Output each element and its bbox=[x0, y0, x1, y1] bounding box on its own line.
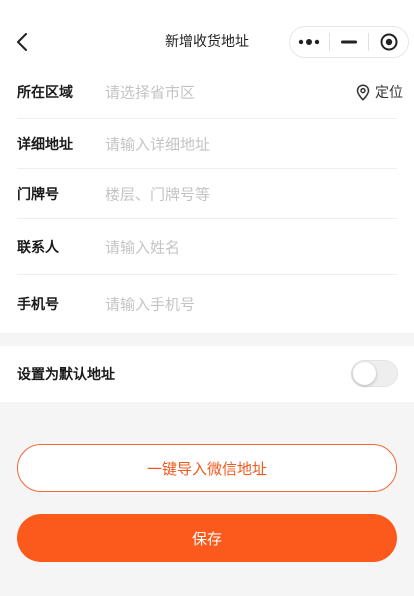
detail-input[interactable]: 请输入详细地址 bbox=[105, 133, 210, 154]
detail-row[interactable]: 详细地址 请输入详细地址 bbox=[17, 119, 397, 169]
more-button[interactable] bbox=[290, 27, 329, 57]
contact-label: 联系人 bbox=[17, 239, 59, 256]
detail-label: 详细地址 bbox=[17, 136, 73, 153]
close-target-icon bbox=[380, 33, 398, 51]
region-row[interactable]: 所在区域 请选择省市区 定位 bbox=[17, 66, 403, 119]
phone-input[interactable]: 请输入手机号 bbox=[105, 294, 195, 315]
locate-label: 定位 bbox=[375, 85, 403, 101]
minimize-button[interactable] bbox=[330, 27, 369, 57]
toggle-knob bbox=[353, 362, 376, 385]
door-row[interactable]: 门牌号 楼层、门牌号等 bbox=[17, 169, 397, 219]
default-address-label: 设置为默认地址 bbox=[17, 367, 115, 383]
import-wechat-address-button[interactable]: 一键导入微信地址 bbox=[17, 444, 397, 492]
door-label: 门牌号 bbox=[17, 186, 59, 203]
close-button[interactable] bbox=[369, 27, 408, 57]
region-select[interactable]: 请选择省市区 bbox=[105, 82, 195, 103]
contact-row[interactable]: 联系人 请输入姓名 bbox=[17, 219, 397, 275]
minimize-icon bbox=[341, 40, 357, 44]
locate-button[interactable]: 定位 bbox=[356, 82, 403, 102]
default-address-toggle[interactable] bbox=[351, 360, 398, 387]
location-pin-icon bbox=[356, 83, 370, 101]
address-form: 所在区域 请选择省市区 定位 详细地址 请输入详细地址 门牌号 楼层、门牌号等 … bbox=[0, 66, 414, 333]
default-address-row: 设置为默认地址 bbox=[0, 346, 414, 402]
mini-program-capsule bbox=[289, 26, 409, 58]
phone-label: 手机号 bbox=[17, 297, 59, 313]
save-button[interactable]: 保存 bbox=[17, 514, 397, 562]
more-dots-icon bbox=[299, 39, 320, 45]
contact-input[interactable]: 请输入姓名 bbox=[105, 236, 180, 257]
phone-row[interactable]: 手机号 请输入手机号 bbox=[17, 275, 397, 333]
region-label: 所在区域 bbox=[17, 85, 73, 101]
door-input[interactable]: 楼层、门牌号等 bbox=[105, 183, 210, 204]
